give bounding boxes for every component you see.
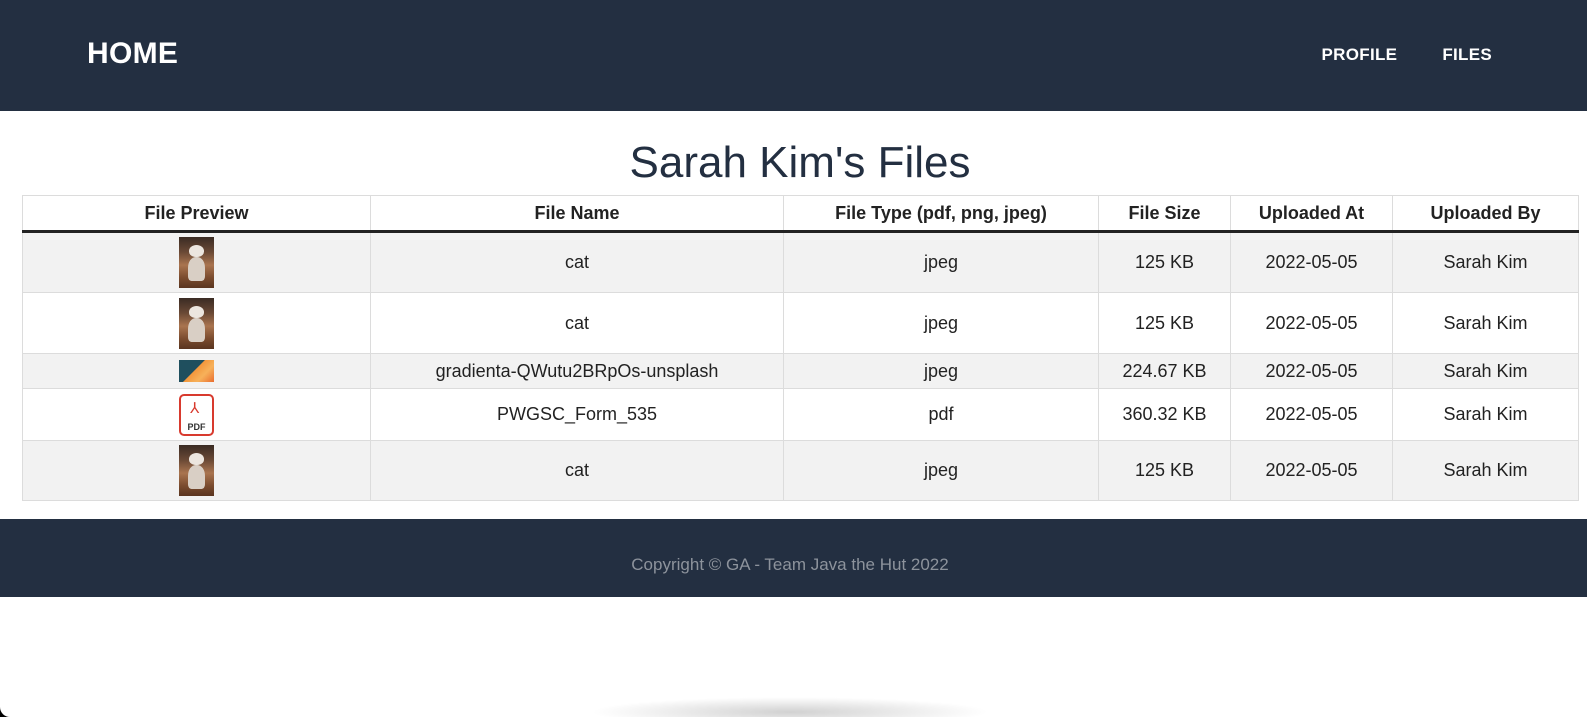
gradient-image-thumbnail[interactable] bbox=[179, 360, 214, 382]
header-file-name: File Name bbox=[370, 195, 784, 233]
page-title: Sarah Kim's Files bbox=[629, 138, 971, 187]
uploaded-by-cell: Sarah Kim bbox=[1392, 292, 1579, 354]
table-row[interactable]: ⅄ PDF PWGSC_Form_535 pdf 360.32 KB 2022-… bbox=[22, 388, 1579, 441]
header-file-size: File Size bbox=[1098, 195, 1231, 233]
profile-link[interactable]: PROFILE bbox=[1322, 45, 1398, 65]
file-size-cell: 125 KB bbox=[1098, 440, 1231, 501]
bottom-shadow bbox=[590, 697, 990, 717]
file-name-cell: PWGSC_Form_535 bbox=[370, 388, 784, 441]
pdf-icon-label: PDF bbox=[187, 421, 206, 432]
table-row[interactable]: gradienta-QWutu2BRpOs-unsplash jpeg 224.… bbox=[22, 353, 1579, 389]
preview-cell[interactable] bbox=[22, 231, 371, 293]
uploaded-by-cell: Sarah Kim bbox=[1392, 388, 1579, 441]
header-file-type: File Type (pdf, png, jpeg) bbox=[783, 195, 1099, 233]
file-type-cell: jpeg bbox=[783, 292, 1099, 354]
file-type-cell: jpeg bbox=[783, 231, 1099, 293]
table-row[interactable]: cat jpeg 125 KB 2022-05-05 Sarah Kim bbox=[22, 231, 1579, 293]
app-page: HOME PROFILE FILES Sarah Kim's Files Fil… bbox=[0, 0, 1587, 717]
preview-cell[interactable] bbox=[22, 292, 371, 354]
preview-cell[interactable] bbox=[22, 353, 371, 389]
cat-photo-thumbnail[interactable] bbox=[179, 297, 214, 349]
top-navbar: HOME PROFILE FILES bbox=[0, 0, 1587, 111]
file-type-cell: pdf bbox=[783, 388, 1099, 441]
home-link[interactable]: HOME bbox=[87, 37, 178, 71]
file-name-cell: cat bbox=[370, 231, 784, 293]
cat-photo-thumbnail[interactable] bbox=[179, 237, 214, 288]
file-name-cell: cat bbox=[370, 292, 784, 354]
header-file-preview: File Preview bbox=[22, 195, 371, 233]
uploaded-by-cell: Sarah Kim bbox=[1392, 353, 1579, 389]
table-row[interactable]: cat jpeg 125 KB 2022-05-05 Sarah Kim bbox=[22, 440, 1579, 501]
preview-cell[interactable]: ⅄ PDF bbox=[22, 388, 371, 441]
page-footer: Copyright © GA - Team Java the Hut 2022 bbox=[0, 519, 1587, 597]
uploaded-by-cell: Sarah Kim bbox=[1392, 440, 1579, 501]
uploaded-at-cell: 2022-05-05 bbox=[1230, 388, 1393, 441]
cat-photo-thumbnail[interactable] bbox=[179, 445, 214, 496]
header-uploaded-at: Uploaded At bbox=[1230, 195, 1393, 233]
pdf-icon[interactable]: ⅄ PDF bbox=[179, 393, 214, 436]
file-size-cell: 224.67 KB bbox=[1098, 353, 1231, 389]
files-table: File Preview File Name File Type (pdf, p… bbox=[22, 195, 1579, 501]
file-type-cell: jpeg bbox=[783, 440, 1099, 501]
file-size-cell: 125 KB bbox=[1098, 292, 1231, 354]
table-row[interactable]: cat jpeg 125 KB 2022-05-05 Sarah Kim bbox=[22, 292, 1579, 354]
uploaded-by-cell: Sarah Kim bbox=[1392, 231, 1579, 293]
copyright-text: Copyright © GA - Team Java the Hut 2022 bbox=[631, 555, 949, 574]
uploaded-at-cell: 2022-05-05 bbox=[1230, 440, 1393, 501]
preview-cell[interactable] bbox=[22, 440, 371, 501]
uploaded-at-cell: 2022-05-05 bbox=[1230, 292, 1393, 354]
uploaded-at-cell: 2022-05-05 bbox=[1230, 353, 1393, 389]
file-size-cell: 360.32 KB bbox=[1098, 388, 1231, 441]
acrobat-glyph-icon: ⅄ bbox=[190, 399, 200, 417]
file-name-cell: gradienta-QWutu2BRpOs-unsplash bbox=[370, 353, 784, 389]
uploaded-at-cell: 2022-05-05 bbox=[1230, 231, 1393, 293]
files-link[interactable]: FILES bbox=[1442, 45, 1492, 65]
table-header: File Preview File Name File Type (pdf, p… bbox=[22, 195, 1579, 233]
nav-links: PROFILE FILES bbox=[1322, 45, 1492, 65]
file-size-cell: 125 KB bbox=[1098, 231, 1231, 293]
header-uploaded-by: Uploaded By bbox=[1392, 195, 1579, 233]
file-type-cell: jpeg bbox=[783, 353, 1099, 389]
file-name-cell: cat bbox=[370, 440, 784, 501]
